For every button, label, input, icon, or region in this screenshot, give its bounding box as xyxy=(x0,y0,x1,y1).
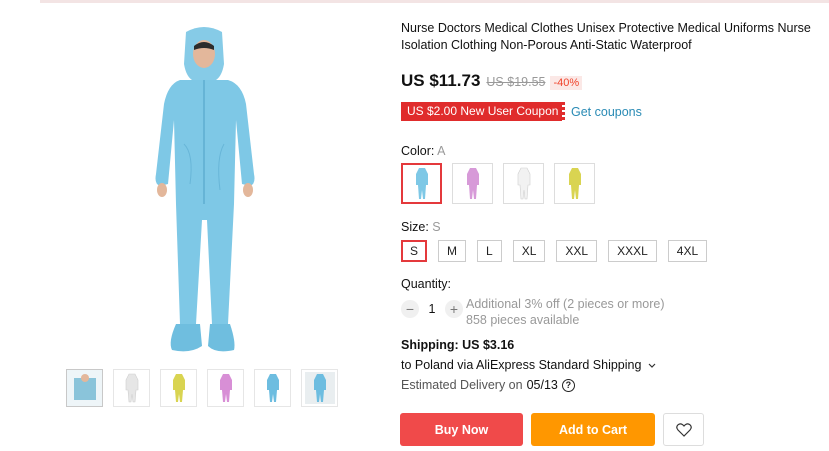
suit-thumbnail-icon xyxy=(73,374,96,400)
discount-badge: -40% xyxy=(550,76,583,90)
size-option-s[interactable]: S xyxy=(401,240,428,262)
thumbnail-6[interactable] xyxy=(301,369,338,407)
original-price: US $19.55 xyxy=(486,75,546,89)
main-product-image[interactable] xyxy=(150,24,260,360)
color-label: Color: xyxy=(401,144,435,158)
shipping-method: to Poland via AliExpress Standard Shippi… xyxy=(401,358,642,372)
suit-thumbnail-icon xyxy=(172,374,185,402)
current-price: US $11.73 xyxy=(401,71,481,90)
suit-swatch-icon xyxy=(517,167,530,199)
color-option-yellow[interactable] xyxy=(554,163,595,204)
quantity-stepper: − 1 + xyxy=(401,300,463,318)
color-label-row: Color: A xyxy=(401,144,445,158)
thumbnail-1[interactable] xyxy=(66,369,103,407)
chevron-down-icon xyxy=(648,363,656,368)
wishlist-button[interactable] xyxy=(663,413,704,446)
color-options xyxy=(401,163,595,204)
thumbnail-5[interactable] xyxy=(254,369,291,407)
quantity-decrease-button[interactable]: − xyxy=(401,300,419,318)
quantity-info: Additional 3% off (2 pieces or more) 858… xyxy=(466,296,664,328)
shipping-cost-row: Shipping: US $3.16 xyxy=(401,338,514,352)
bulk-discount-note: Additional 3% off (2 pieces or more) xyxy=(466,297,665,311)
size-selected-value: S xyxy=(432,220,441,234)
delivery-date: 05/13 xyxy=(526,378,558,392)
price-row: US $11.73 US $19.55 -40% xyxy=(401,71,583,91)
quantity-increase-button[interactable]: + xyxy=(445,300,463,318)
size-options: S M L XL XXL XXXL 4XL xyxy=(401,240,708,262)
color-selected-value: A xyxy=(437,144,446,158)
thumbnail-strip xyxy=(66,369,338,407)
size-label: Size: xyxy=(401,220,429,234)
thumbnail-3[interactable] xyxy=(160,369,197,407)
suit-swatch-icon xyxy=(568,167,581,199)
size-option-xl[interactable]: XL xyxy=(512,240,546,262)
help-icon[interactable]: ? xyxy=(561,378,575,392)
protective-suit-figure xyxy=(155,27,255,352)
add-to-cart-button[interactable]: Add to Cart xyxy=(531,413,655,446)
pieces-available: 858 pieces available xyxy=(466,313,580,327)
heart-icon xyxy=(675,422,692,437)
get-coupons-link[interactable]: Get coupons xyxy=(571,105,642,119)
size-option-xxxl[interactable]: XXXL xyxy=(608,240,657,262)
suit-swatch-icon xyxy=(415,167,428,199)
thumbnail-4[interactable] xyxy=(207,369,244,407)
suit-thumbnail-icon xyxy=(304,372,335,404)
size-option-xxl[interactable]: XXL xyxy=(556,240,598,262)
color-option-white[interactable] xyxy=(503,163,544,204)
color-option-purple[interactable] xyxy=(452,163,493,204)
estimated-delivery-row: Estimated Delivery on 05/13 ? xyxy=(401,378,575,392)
suit-thumbnail-icon xyxy=(266,374,279,402)
shipping-method-selector[interactable]: to Poland via AliExpress Standard Shippi… xyxy=(401,358,656,372)
shipping-label: Shipping: xyxy=(401,338,459,352)
quantity-input[interactable]: 1 xyxy=(419,302,445,316)
header-divider xyxy=(40,0,829,3)
thumbnail-2[interactable] xyxy=(113,369,150,407)
buy-now-button[interactable]: Buy Now xyxy=(400,413,523,446)
new-user-coupon[interactable]: US $2.00 New User Coupon xyxy=(401,102,566,121)
color-option-blue[interactable] xyxy=(401,163,442,204)
size-label-row: Size: S xyxy=(401,220,441,234)
quantity-label: Quantity: xyxy=(401,277,452,291)
suit-thumbnail-icon xyxy=(125,373,138,403)
delivery-label: Estimated Delivery on xyxy=(401,378,523,392)
size-option-m[interactable]: M xyxy=(438,240,467,262)
product-title: Nurse Doctors Medical Clothes Unisex Pro… xyxy=(401,21,811,52)
shipping-cost: US $3.16 xyxy=(462,338,515,352)
suit-swatch-icon xyxy=(466,167,479,199)
size-option-4xl[interactable]: 4XL xyxy=(667,240,708,262)
suit-thumbnail-icon xyxy=(219,374,232,402)
size-option-l[interactable]: L xyxy=(477,240,502,262)
